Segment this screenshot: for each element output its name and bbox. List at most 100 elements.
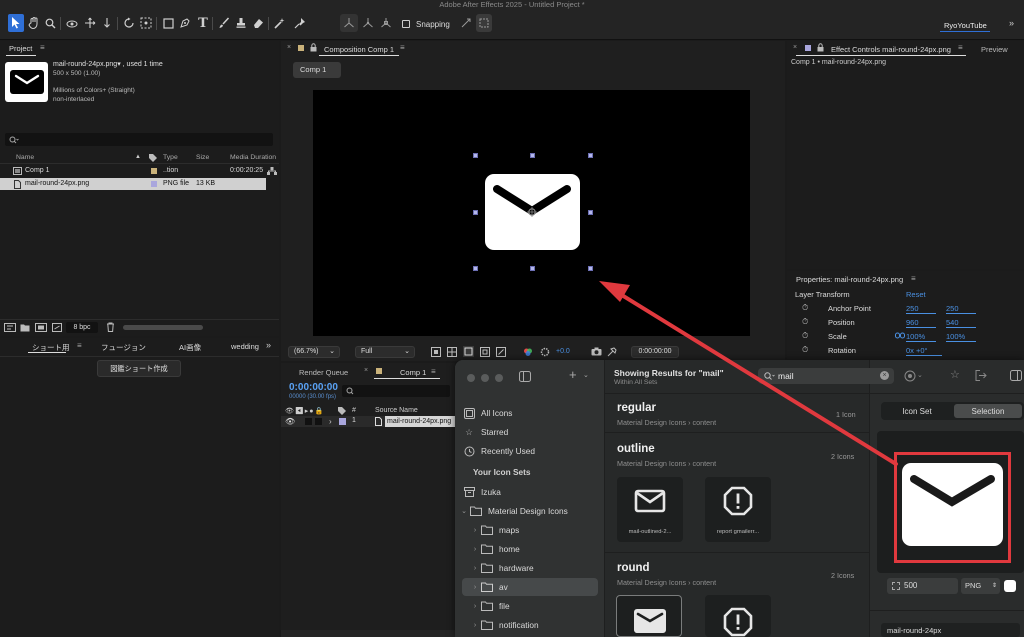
magnification-dropdown[interactable]: (66.7%) ⌄ bbox=[288, 346, 340, 358]
transform-handle[interactable] bbox=[588, 266, 593, 271]
add-icon[interactable]: + bbox=[569, 367, 577, 382]
new-folder-icon[interactable] bbox=[20, 323, 30, 332]
zoom-window-button[interactable] bbox=[495, 374, 503, 382]
sidebar-folder-home[interactable]: › home bbox=[470, 540, 598, 558]
stopwatch-icon[interactable]: ⏱ bbox=[802, 317, 808, 327]
bit-depth-button[interactable]: 8 bpc bbox=[66, 322, 98, 333]
timeline-layer-row[interactable]: 👁 › 1 mail-round-24px.png bbox=[281, 416, 455, 427]
workspace-name[interactable]: RyoYouTube bbox=[944, 21, 987, 30]
axis-mode-local-icon[interactable] bbox=[340, 14, 358, 32]
pan-camera-icon[interactable] bbox=[82, 14, 98, 32]
chevron-down-icon[interactable]: ⌄ bbox=[459, 507, 469, 515]
label-color-swatch[interactable] bbox=[151, 168, 157, 174]
effect-controls-tab[interactable]: Effect Controls mail-round-24px.png bbox=[831, 45, 951, 54]
solo-switch[interactable] bbox=[305, 418, 312, 425]
composition-tab-title[interactable]: Composition Comp 1 bbox=[324, 45, 394, 54]
dolly-camera-icon[interactable] bbox=[99, 14, 115, 32]
properties-title[interactable]: Properties: mail-round-24px.png bbox=[796, 275, 903, 284]
position-x[interactable]: 960 bbox=[906, 318, 936, 328]
close-icon[interactable]: × bbox=[793, 44, 797, 51]
column-source-name[interactable]: Source Name bbox=[375, 407, 418, 414]
constrain-proportions-icon[interactable] bbox=[895, 332, 905, 339]
sidebar-item-recently-used[interactable]: Recently Used bbox=[462, 442, 598, 460]
snapping-checkbox[interactable] bbox=[402, 20, 410, 28]
close-icon[interactable]: × bbox=[364, 367, 368, 374]
new-composition-icon[interactable] bbox=[35, 323, 47, 332]
composition-viewer[interactable] bbox=[313, 90, 750, 336]
chevron-right-icon[interactable]: › bbox=[470, 584, 480, 591]
stopwatch-icon[interactable]: ⏱ bbox=[802, 345, 808, 355]
sidebar-toggle-icon[interactable] bbox=[519, 371, 531, 382]
filename-input[interactable]: mail-round-24px bbox=[881, 623, 1020, 637]
region-of-interest-icon[interactable] bbox=[431, 347, 441, 357]
tab-fusion[interactable]: フュージョン bbox=[101, 342, 146, 353]
clear-search-icon[interactable]: × bbox=[880, 371, 889, 380]
lock-switch[interactable] bbox=[315, 418, 322, 425]
comp-breadcrumb-chip[interactable]: Comp 1 bbox=[293, 62, 341, 78]
snap-features-icon[interactable] bbox=[476, 14, 492, 32]
column-media-duration[interactable]: Media Duration bbox=[230, 154, 276, 161]
zoom-tool-icon[interactable] bbox=[42, 14, 58, 32]
sidebar-folder-file[interactable]: › file bbox=[470, 597, 598, 615]
thumbnail-size-slider[interactable] bbox=[123, 325, 203, 330]
panel-menu-icon[interactable]: ≡ bbox=[958, 43, 963, 52]
resolution-dropdown[interactable]: Full ⌄ bbox=[355, 346, 415, 358]
panel-menu-icon[interactable]: ≡ bbox=[911, 274, 916, 283]
layer-name[interactable]: mail-round-24px.png bbox=[385, 416, 455, 427]
close-icon[interactable]: × bbox=[287, 44, 291, 51]
close-window-button[interactable] bbox=[467, 374, 475, 382]
hand-tool-icon[interactable] bbox=[26, 14, 42, 32]
panel-menu-icon[interactable]: ≡ bbox=[431, 367, 436, 376]
lock-icon[interactable] bbox=[310, 43, 317, 52]
sidebar-item-izuka[interactable]: Izuka bbox=[462, 483, 598, 501]
column-size[interactable]: Size bbox=[196, 154, 209, 161]
icon-tile-mail-outlined[interactable]: mail-outlined-2... bbox=[617, 477, 683, 542]
project-settings-icon[interactable] bbox=[52, 323, 62, 332]
timeline-comp-tab[interactable]: Comp 1 bbox=[400, 368, 426, 377]
inspector-toggle-icon[interactable] bbox=[1010, 370, 1022, 381]
chevron-right-icon[interactable]: › bbox=[470, 527, 480, 534]
overflow-icon[interactable]: » bbox=[266, 340, 271, 350]
icon-size-input[interactable]: 500 bbox=[887, 578, 958, 594]
brush-tool-icon[interactable] bbox=[216, 14, 232, 32]
transparency-grid-icon[interactable] bbox=[447, 347, 457, 357]
axis-mode-view-icon[interactable] bbox=[378, 14, 394, 32]
clone-stamp-tool-icon[interactable] bbox=[233, 14, 249, 32]
transform-handle[interactable] bbox=[473, 210, 478, 215]
color-palette-icon[interactable] bbox=[904, 370, 916, 382]
color-swatch-white[interactable] bbox=[1004, 580, 1016, 592]
scale-y[interactable]: 100% bbox=[946, 332, 976, 342]
exposure-reset-icon[interactable] bbox=[540, 347, 550, 357]
label-color-swatch[interactable] bbox=[151, 181, 157, 187]
trash-icon[interactable] bbox=[106, 322, 115, 332]
icon-tile-report-gmailerror[interactable]: report gmailerr... bbox=[705, 477, 771, 542]
column-name[interactable]: Name bbox=[16, 154, 34, 161]
export-icon[interactable] bbox=[975, 370, 987, 381]
sidebar-item-starred[interactable]: ☆ Starred bbox=[462, 423, 598, 441]
exposure-value[interactable]: +0.0 bbox=[556, 348, 570, 355]
chevron-right-icon[interactable]: › bbox=[470, 565, 480, 572]
grid-guides-icon[interactable] bbox=[480, 347, 490, 357]
rotate-tool-icon[interactable] bbox=[121, 14, 137, 32]
chevron-down-icon[interactable]: ⌄ bbox=[917, 371, 923, 379]
anchor-point-tool-icon[interactable] bbox=[138, 14, 154, 32]
segment-selection[interactable]: Selection bbox=[954, 404, 1022, 418]
sort-ascending-icon[interactable]: ▲ bbox=[135, 154, 141, 160]
color-channels-icon[interactable] bbox=[496, 347, 506, 357]
eraser-tool-icon[interactable] bbox=[250, 14, 266, 32]
expand-arrow-icon[interactable]: › bbox=[329, 417, 332, 426]
panel-menu-icon[interactable]: ≡ bbox=[40, 43, 45, 52]
rectangle-tool-icon[interactable] bbox=[160, 14, 176, 32]
preview-tab[interactable]: Preview bbox=[981, 45, 1008, 54]
flowchart-icon[interactable] bbox=[267, 167, 277, 175]
create-short-button[interactable]: 図鑑ショート作成 bbox=[97, 360, 181, 377]
sidebar-item-material-design-icons[interactable]: ⌄ Material Design Icons bbox=[459, 502, 598, 520]
snapshot-camera-icon[interactable] bbox=[591, 347, 602, 356]
timeline-current-time[interactable]: 0:00:00:00 bbox=[289, 382, 338, 393]
interpret-footage-icon[interactable] bbox=[4, 323, 16, 332]
sidebar-folder-hardware[interactable]: › hardware bbox=[470, 559, 598, 577]
layer-switches-icons[interactable]: 👁◀▸●🔒 bbox=[285, 407, 324, 415]
mask-visibility-icon[interactable] bbox=[463, 346, 474, 357]
render-queue-tab[interactable]: Render Queue bbox=[299, 368, 348, 377]
project-row-comp[interactable]: Comp 1 ..tion 0:00:20:25 bbox=[0, 165, 279, 177]
